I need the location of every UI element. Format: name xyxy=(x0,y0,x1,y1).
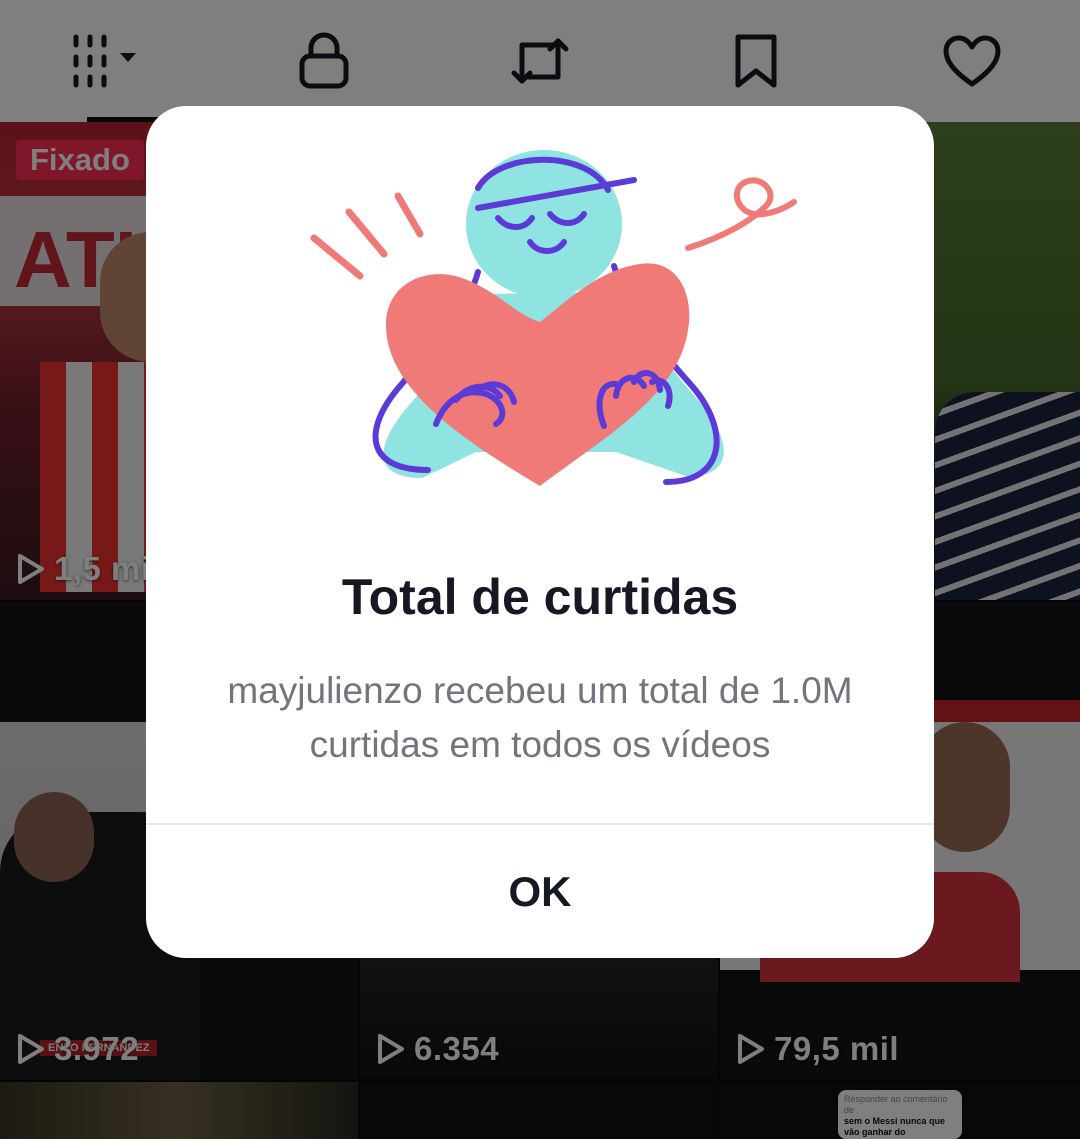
total-likes-dialog: Total de curtidas mayjulienzo recebeu um… xyxy=(146,106,934,958)
dialog-title: Total de curtidas xyxy=(341,569,739,625)
dialog-message: mayjulienzo recebeu um total de 1.0M cur… xyxy=(227,670,853,765)
ok-button[interactable]: OK xyxy=(146,825,934,958)
person-hugging-heart-illustration xyxy=(310,150,797,486)
